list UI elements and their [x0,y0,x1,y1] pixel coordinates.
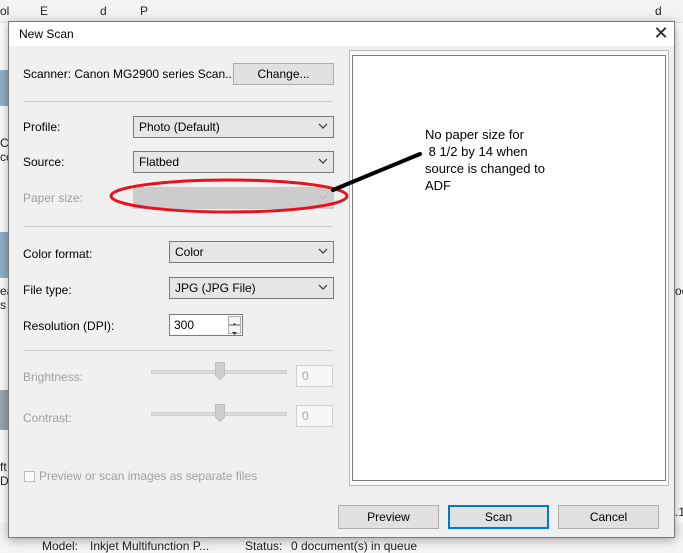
annotation-overlay [109,152,422,214]
annotation-ellipse [109,178,349,214]
annotation-line: 8 1/2 by 14 when [425,144,528,159]
annotation-line: source is changed to [425,161,545,176]
annotation-line: No paper size for [425,127,524,142]
annotation-arrow [331,152,422,192]
annotation-line: ADF [425,178,451,193]
annotation-note: No paper size for 8 1/2 by 14 when sourc… [425,126,545,194]
